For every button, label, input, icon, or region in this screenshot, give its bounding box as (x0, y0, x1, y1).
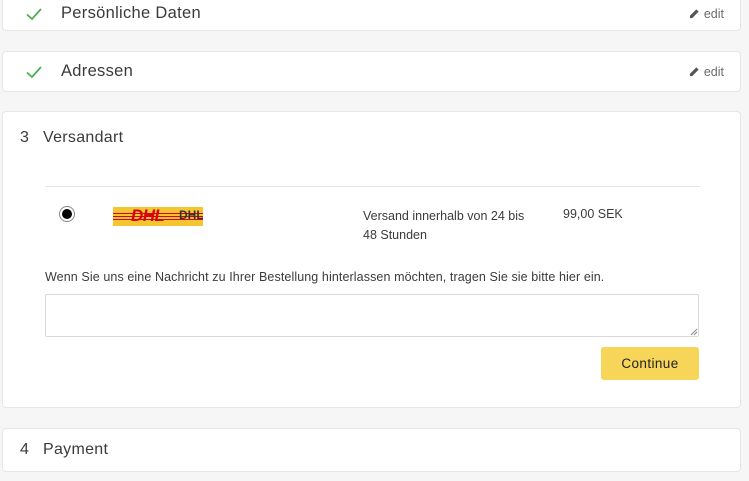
edit-addresses-link[interactable]: edit (689, 65, 724, 79)
check-icon (26, 7, 42, 20)
shipping-price: 99,00 SEK (563, 207, 623, 221)
step-number: 3 (20, 129, 29, 146)
pencil-icon (689, 9, 699, 19)
order-message-label: Wenn Sie uns eine Nachricht zu Ihrer Bes… (45, 270, 605, 284)
continue-button[interactable]: Continue (601, 347, 699, 380)
step-payment: 4 Payment (2, 428, 741, 472)
edit-label: edit (703, 6, 724, 21)
step-shipping-header: 3 Versandart (3, 118, 740, 158)
step-payment-title: Payment (43, 441, 109, 458)
dhl-logo-alt: DHL (179, 208, 203, 222)
step-shipping-title: Versandart (43, 129, 124, 146)
step-shipping: 3 Versandart DHL DHL Versand innerhalb v… (2, 111, 741, 408)
step-personal-data-title: Persönliche Daten (61, 4, 201, 22)
check-icon (26, 65, 42, 78)
order-message-textarea[interactable] (45, 294, 699, 337)
pencil-icon (689, 67, 699, 77)
step-payment-header[interactable]: 4 Payment (3, 429, 740, 471)
step-addresses-title: Adressen (61, 62, 134, 80)
step-personal-data: Persönliche Daten edit (2, 0, 741, 31)
delivery-time: Versand innerhalb von 24 bis 48 Stunden (363, 209, 525, 242)
edit-personal-data-link[interactable]: edit (689, 7, 724, 21)
radio-selected-dot (62, 209, 72, 219)
step-number: 4 (20, 441, 29, 458)
divider (45, 186, 700, 187)
step-personal-data-header: Persönliche Daten edit (3, 0, 740, 32)
step-addresses: Adressen edit (2, 51, 741, 92)
dhl-logo-text: DHL (131, 207, 165, 225)
dhl-logo: DHL DHL (113, 207, 203, 226)
resize-grip-icon[interactable] (690, 328, 698, 336)
shipping-option-radio[interactable] (59, 206, 75, 222)
edit-label: edit (703, 64, 724, 79)
step-addresses-header: Adressen edit (3, 52, 740, 91)
